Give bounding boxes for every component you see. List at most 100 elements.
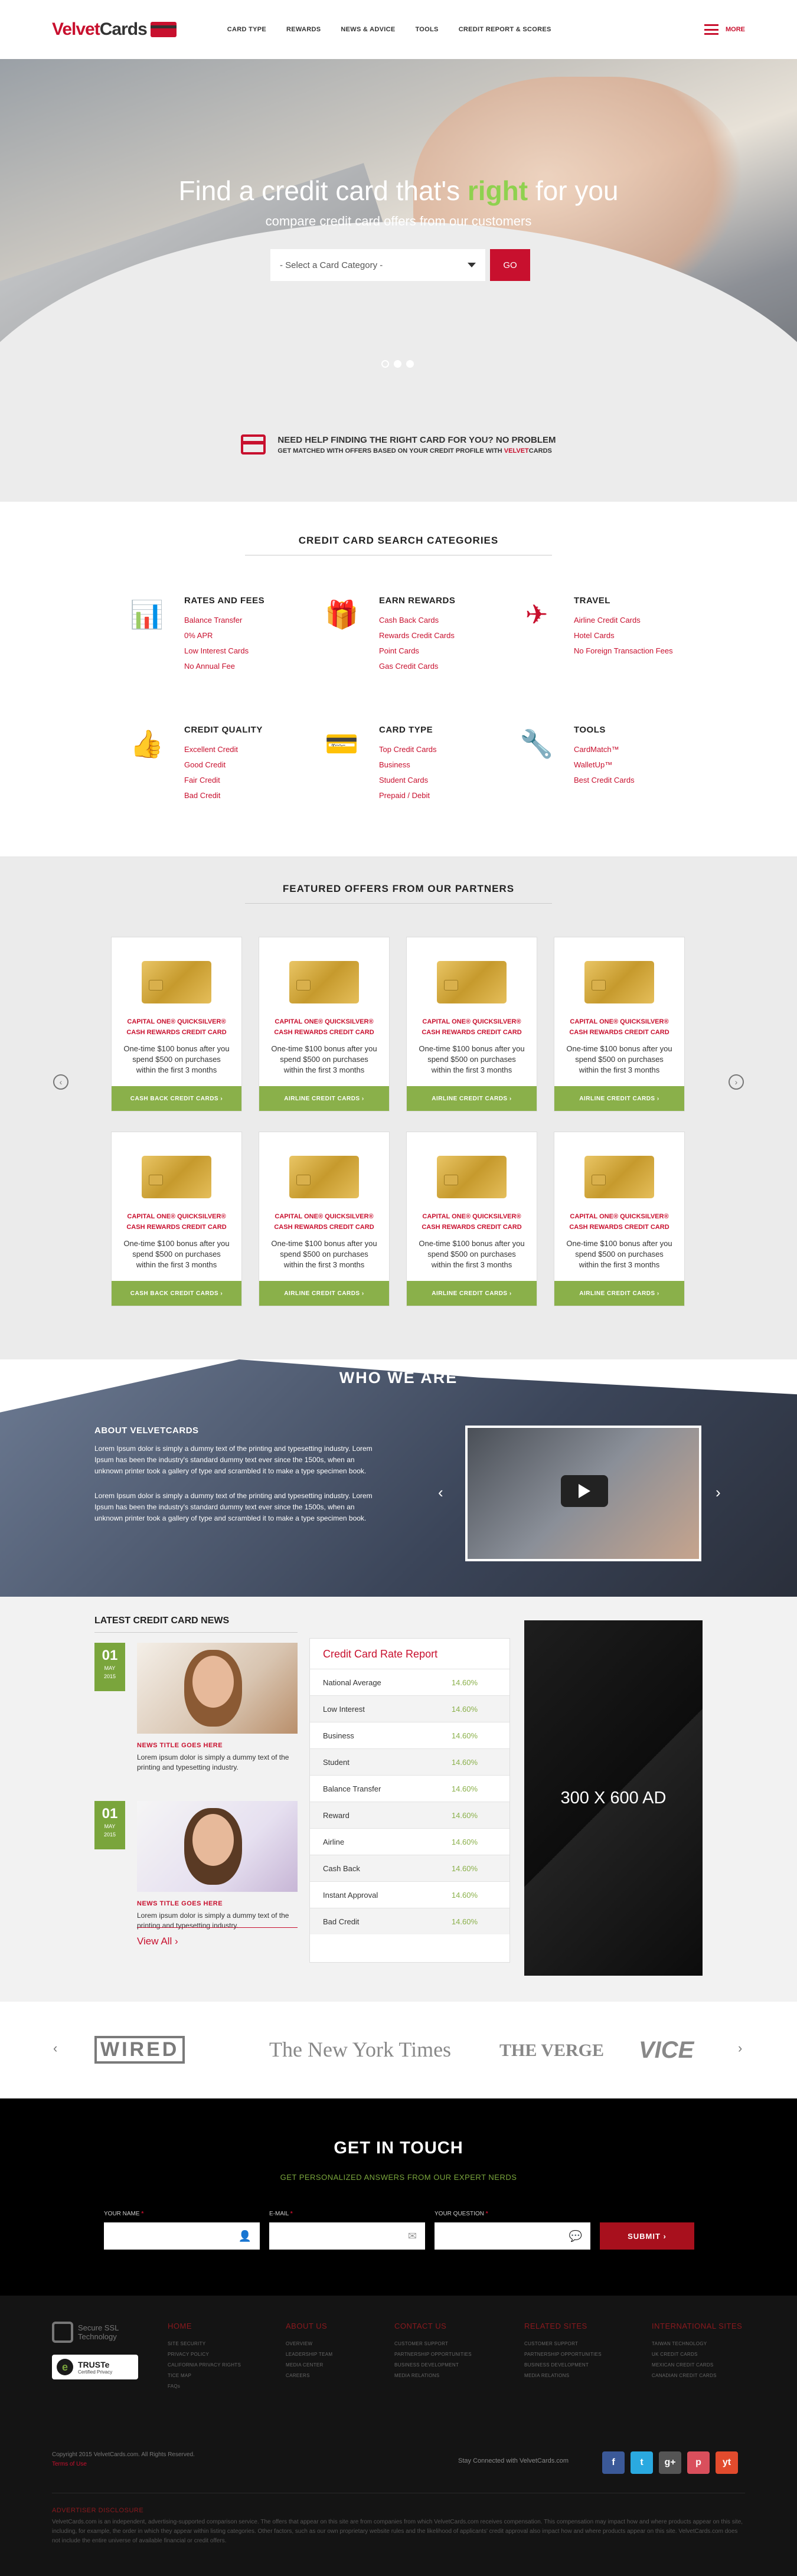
gold-card-image[interactable] — [437, 961, 507, 1003]
category-link[interactable]: Fair Credit — [184, 773, 263, 788]
offer-name[interactable]: CAPITAL ONE® QUICKSILVER® CASH REWARDS C… — [267, 1016, 381, 1038]
footer-link[interactable]: PARTNERSHIP OPPORTUNITIES — [524, 2349, 602, 2360]
offer-name[interactable]: CAPITAL ONE® QUICKSILVER® CASH REWARDS C… — [563, 1016, 676, 1038]
news-image[interactable] — [137, 1643, 298, 1734]
offer-category-button[interactable]: AIRLINE CREDIT CARDS › — [554, 1281, 684, 1306]
footer-column-title[interactable]: HOME — [168, 2322, 241, 2330]
facebook-icon[interactable]: f — [602, 2451, 625, 2474]
press-prev-arrow-icon[interactable]: ‹ — [53, 2041, 57, 2056]
footer-link[interactable]: UK CREDIT CARDS — [652, 2349, 742, 2360]
play-icon[interactable] — [561, 1475, 608, 1507]
footer-link[interactable]: CALIFORNIA PRIVACY RIGHTS — [168, 2360, 241, 2371]
category-link[interactable]: No Foreign Transaction Fees — [574, 643, 673, 659]
footer-link[interactable]: MEDIA CENTER — [286, 2360, 332, 2371]
footer-link[interactable]: TICE MAP — [168, 2371, 241, 2381]
question-field[interactable]: 💬 — [435, 2222, 590, 2250]
pinterest-icon[interactable]: p — [687, 2451, 710, 2474]
footer-link[interactable]: FAQs — [168, 2381, 241, 2392]
truste-badge[interactable]: e TRUSTe Certified Privacy — [52, 2355, 138, 2379]
footer-link[interactable]: MEDIA RELATIONS — [524, 2371, 602, 2381]
category-link[interactable]: Point Cards — [379, 643, 455, 659]
name-field[interactable]: 👤 — [104, 2222, 260, 2250]
category-link[interactable]: Top Credit Cards — [379, 742, 437, 757]
offer-name[interactable]: CAPITAL ONE® QUICKSILVER® CASH REWARDS C… — [120, 1016, 233, 1038]
offer-card[interactable]: CAPITAL ONE® QUICKSILVER® CASH REWARDS C… — [406, 1132, 537, 1306]
video-player[interactable] — [465, 1426, 701, 1561]
go-button[interactable]: GO — [490, 249, 530, 281]
news-item[interactable]: 01 MAY 2015 NEWS TITLE GOES HERE Lorem ips… — [94, 1643, 298, 1771]
news-image[interactable] — [137, 1801, 298, 1892]
carousel-dot-2[interactable] — [394, 360, 401, 368]
footer-link[interactable]: LEADERSHIP TEAM — [286, 2349, 332, 2360]
category-link[interactable]: CardMatch™ — [574, 742, 635, 757]
footer-link[interactable]: PRIVACY POLICY — [168, 2349, 241, 2360]
google-plus-icon[interactable]: g+ — [659, 2451, 681, 2474]
email-field[interactable]: ✉ — [269, 2222, 425, 2250]
footer-link[interactable]: SITE SECURITY — [168, 2339, 241, 2349]
footer-link[interactable]: BUSINESS DEVELOPMENT — [394, 2360, 472, 2371]
offers-prev-arrow-icon[interactable]: ‹ — [53, 1074, 68, 1090]
category-link[interactable]: Student Cards — [379, 773, 437, 788]
category-link[interactable]: Prepaid / Debit — [379, 788, 437, 803]
footer-link[interactable]: CUSTOMER SUPPORT — [394, 2339, 472, 2349]
offer-category-button[interactable]: AIRLINE CREDIT CARDS › — [554, 1086, 684, 1111]
carousel-dot-1[interactable] — [381, 360, 389, 368]
category-link[interactable]: Balance Transfer — [184, 613, 264, 628]
offer-category-button[interactable]: AIRLINE CREDIT CARDS › — [259, 1086, 389, 1111]
gold-card-image[interactable] — [142, 961, 211, 1003]
gold-card-image[interactable] — [289, 1156, 359, 1198]
offer-name[interactable]: CAPITAL ONE® QUICKSILVER® CASH REWARDS C… — [415, 1211, 528, 1233]
footer-column-title[interactable]: CONTACT US — [394, 2322, 472, 2330]
offer-card[interactable]: CAPITAL ONE® QUICKSILVER® CASH REWARDS C… — [111, 1132, 242, 1306]
category-link[interactable]: Excellent Credit — [184, 742, 263, 757]
video-prev-arrow-icon[interactable]: ‹ — [438, 1483, 443, 1502]
offer-category-button[interactable]: AIRLINE CREDIT CARDS › — [407, 1086, 537, 1111]
category-link[interactable]: 0% APR — [184, 628, 264, 643]
nav-tools[interactable]: TOOLS — [415, 26, 438, 33]
footer-link[interactable]: PARTNERSHIP OPPORTUNITIES — [394, 2349, 472, 2360]
category-select[interactable]: - Select a Card Category - — [270, 249, 485, 281]
offer-category-button[interactable]: AIRLINE CREDIT CARDS › — [407, 1281, 537, 1306]
footer-column-title[interactable]: RELATED SITES — [524, 2322, 602, 2330]
nav-credit-report[interactable]: CREDIT REPORT & SCORES — [459, 26, 551, 33]
video-next-arrow-icon[interactable]: › — [716, 1483, 721, 1502]
category-link[interactable]: Business — [379, 757, 437, 773]
news-item-title[interactable]: NEWS TITLE GOES HERE — [137, 1900, 223, 1907]
category-link[interactable]: WalletUp™ — [574, 757, 635, 773]
offers-next-arrow-icon[interactable]: › — [729, 1074, 744, 1090]
footer-link[interactable]: OVERVIEW — [286, 2339, 332, 2349]
offer-category-button[interactable]: AIRLINE CREDIT CARDS › — [259, 1281, 389, 1306]
category-link[interactable]: Best Credit Cards — [574, 773, 635, 788]
twitter-icon[interactable]: t — [631, 2451, 653, 2474]
footer-link[interactable]: BUSINESS DEVELOPMENT — [524, 2360, 602, 2371]
news-item-title[interactable]: NEWS TITLE GOES HERE — [137, 1742, 223, 1749]
offer-card[interactable]: CAPITAL ONE® QUICKSILVER® CASH REWARDS C… — [259, 1132, 390, 1306]
submit-button[interactable]: SUBMIT › — [600, 2222, 694, 2250]
category-link[interactable]: Airline Credit Cards — [574, 613, 673, 628]
footer-column-title[interactable]: INTERNATIONAL SITES — [652, 2322, 742, 2330]
offer-card[interactable]: CAPITAL ONE® QUICKSILVER® CASH REWARDS C… — [554, 937, 685, 1112]
nav-news-advice[interactable]: NEWS & ADVICE — [341, 26, 395, 33]
news-item[interactable]: 01 MAY 2015 NEWS TITLE GOES HERE Lorem ips… — [94, 1801, 298, 1930]
category-link[interactable]: Gas Credit Cards — [379, 659, 455, 674]
category-link[interactable]: Cash Back Cards — [379, 613, 455, 628]
more-menu-button[interactable]: MORE — [704, 24, 745, 35]
category-link[interactable]: Bad Credit — [184, 788, 263, 803]
category-link[interactable]: Hotel Cards — [574, 628, 673, 643]
gold-card-image[interactable] — [584, 1156, 654, 1198]
site-logo[interactable]: Velvet Cards — [52, 19, 177, 40]
offer-name[interactable]: CAPITAL ONE® QUICKSILVER® CASH REWARDS C… — [267, 1211, 381, 1233]
offer-card[interactable]: CAPITAL ONE® QUICKSILVER® CASH REWARDS C… — [111, 937, 242, 1112]
gold-card-image[interactable] — [437, 1156, 507, 1198]
category-link[interactable]: Good Credit — [184, 757, 263, 773]
category-link[interactable]: No Annual Fee — [184, 659, 264, 674]
footer-link[interactable]: MEDIA RELATIONS — [394, 2371, 472, 2381]
footer-link[interactable]: TAIWAN TECHNOLOGY — [652, 2339, 742, 2349]
nav-card-type[interactable]: CARD TYPE — [227, 26, 266, 33]
youtube-icon[interactable]: yt — [716, 2451, 738, 2474]
gold-card-image[interactable] — [289, 961, 359, 1003]
ad-placeholder[interactable]: 300 X 600 AD — [524, 1620, 703, 1976]
offer-card[interactable]: CAPITAL ONE® QUICKSILVER® CASH REWARDS C… — [554, 1132, 685, 1306]
press-next-arrow-icon[interactable]: › — [738, 2041, 742, 2056]
gold-card-image[interactable] — [142, 1156, 211, 1198]
